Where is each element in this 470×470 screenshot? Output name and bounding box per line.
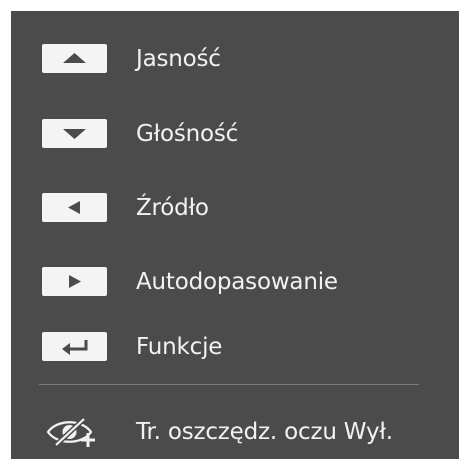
eye-saver-icon [41, 413, 111, 453]
menu-item-functions[interactable]: Funkcje [11, 317, 459, 377]
menu-item-source[interactable]: Źródło [11, 178, 459, 238]
menu-divider [39, 384, 419, 385]
menu-item-label: Źródło [136, 195, 209, 221]
enter-icon [42, 332, 107, 361]
menu-item-label: Jasność [136, 46, 221, 72]
arrow-up-icon [42, 44, 107, 73]
menu-item-label: Autodopasowanie [136, 269, 338, 295]
arrow-left-icon [42, 193, 107, 222]
arrow-right-icon [42, 267, 107, 296]
arrow-down-icon [42, 119, 107, 148]
menu-item-auto-adjust[interactable]: Autodopasowanie [11, 252, 459, 312]
menu-item-brightness[interactable]: Jasność [11, 29, 459, 89]
menu-item-label: Funkcje [136, 334, 223, 360]
eye-saver-label: Tr. oszczędz. oczu Wył. [136, 419, 393, 445]
menu-item-volume[interactable]: Głośność [11, 104, 459, 164]
osd-menu-panel: Jasność Głośność Źródło Autodopasowanie [11, 11, 459, 459]
menu-item-label: Głośność [136, 121, 239, 147]
